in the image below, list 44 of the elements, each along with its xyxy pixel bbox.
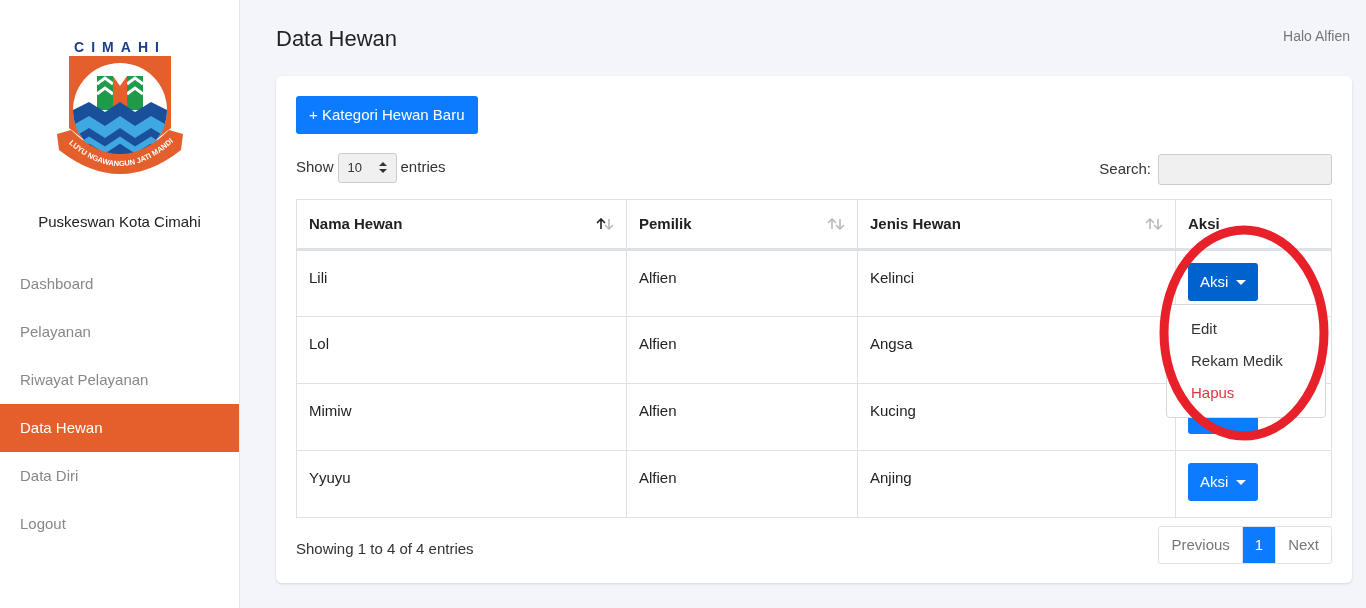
page-title: Data Hewan	[276, 24, 398, 53]
table-cell: Anjing	[870, 469, 912, 486]
search-label: Search:	[1099, 159, 1151, 180]
add-category-button[interactable]: + Kategori Hewan Baru	[296, 96, 478, 134]
organization-name: Puskeswan Kota Cimahi	[38, 213, 201, 230]
action-dropdown-button[interactable]: Aksi	[1188, 263, 1259, 301]
sidebar-item[interactable]: Riwayat Pelayanan	[0, 356, 239, 404]
entries-label: entries	[400, 157, 446, 178]
table-cell: Kelinci	[870, 269, 915, 286]
table-cell: Lol	[309, 335, 330, 352]
pagination-button[interactable]: 1	[1241, 527, 1276, 563]
show-label: Show	[296, 157, 334, 178]
table-cell: Angsa	[870, 335, 913, 352]
table-cell: Alfien	[639, 335, 677, 352]
table-cell: Yyuyu	[309, 469, 351, 486]
column-header[interactable]: Nama Hewan	[309, 212, 403, 236]
table-cell: Alfien	[639, 469, 677, 486]
table-cell: Lili	[309, 269, 328, 286]
sidebar-item[interactable]: Logout	[0, 500, 239, 548]
pagination-button[interactable]: Next	[1275, 527, 1331, 563]
sidebar-item[interactable]: Data Diri	[0, 452, 239, 500]
caret-icon	[1236, 479, 1247, 485]
column-header[interactable]: Pemilik	[639, 212, 692, 236]
action-dropdown-button[interactable]: Aksi	[1188, 463, 1259, 501]
caret-icon	[1236, 279, 1247, 285]
sort-caret-icon	[378, 162, 387, 173]
dropdown-item[interactable]: Rekam Medik	[1167, 345, 1325, 377]
dropdown-item[interactable]: Hapus	[1167, 377, 1325, 409]
greeting-text: Halo Alfien	[1283, 26, 1350, 46]
dropdown-item[interactable]: Edit	[1167, 313, 1325, 345]
table-cell: Alfien	[639, 402, 677, 419]
table-info: Showing 1 to 4 of 4 entries	[296, 538, 474, 559]
table-cell: Mimiw	[309, 402, 352, 419]
table-cell: Alfien	[639, 269, 677, 286]
sidebar-item[interactable]: Dashboard	[0, 260, 239, 308]
search-field[interactable]	[1158, 154, 1332, 185]
column-header[interactable]: Aksi	[1188, 212, 1220, 236]
sidebar-item[interactable]: Pelayanan	[0, 308, 239, 356]
sidebar-item[interactable]: Data Hewan	[0, 404, 239, 452]
column-header[interactable]: Jenis Hewan	[870, 212, 961, 236]
table-cell: Kucing	[870, 402, 916, 419]
pagination-button[interactable]: Previous	[1159, 527, 1242, 563]
sort-arrows-icon[interactable]	[596, 218, 614, 230]
entries-select[interactable]: 10	[337, 152, 397, 183]
